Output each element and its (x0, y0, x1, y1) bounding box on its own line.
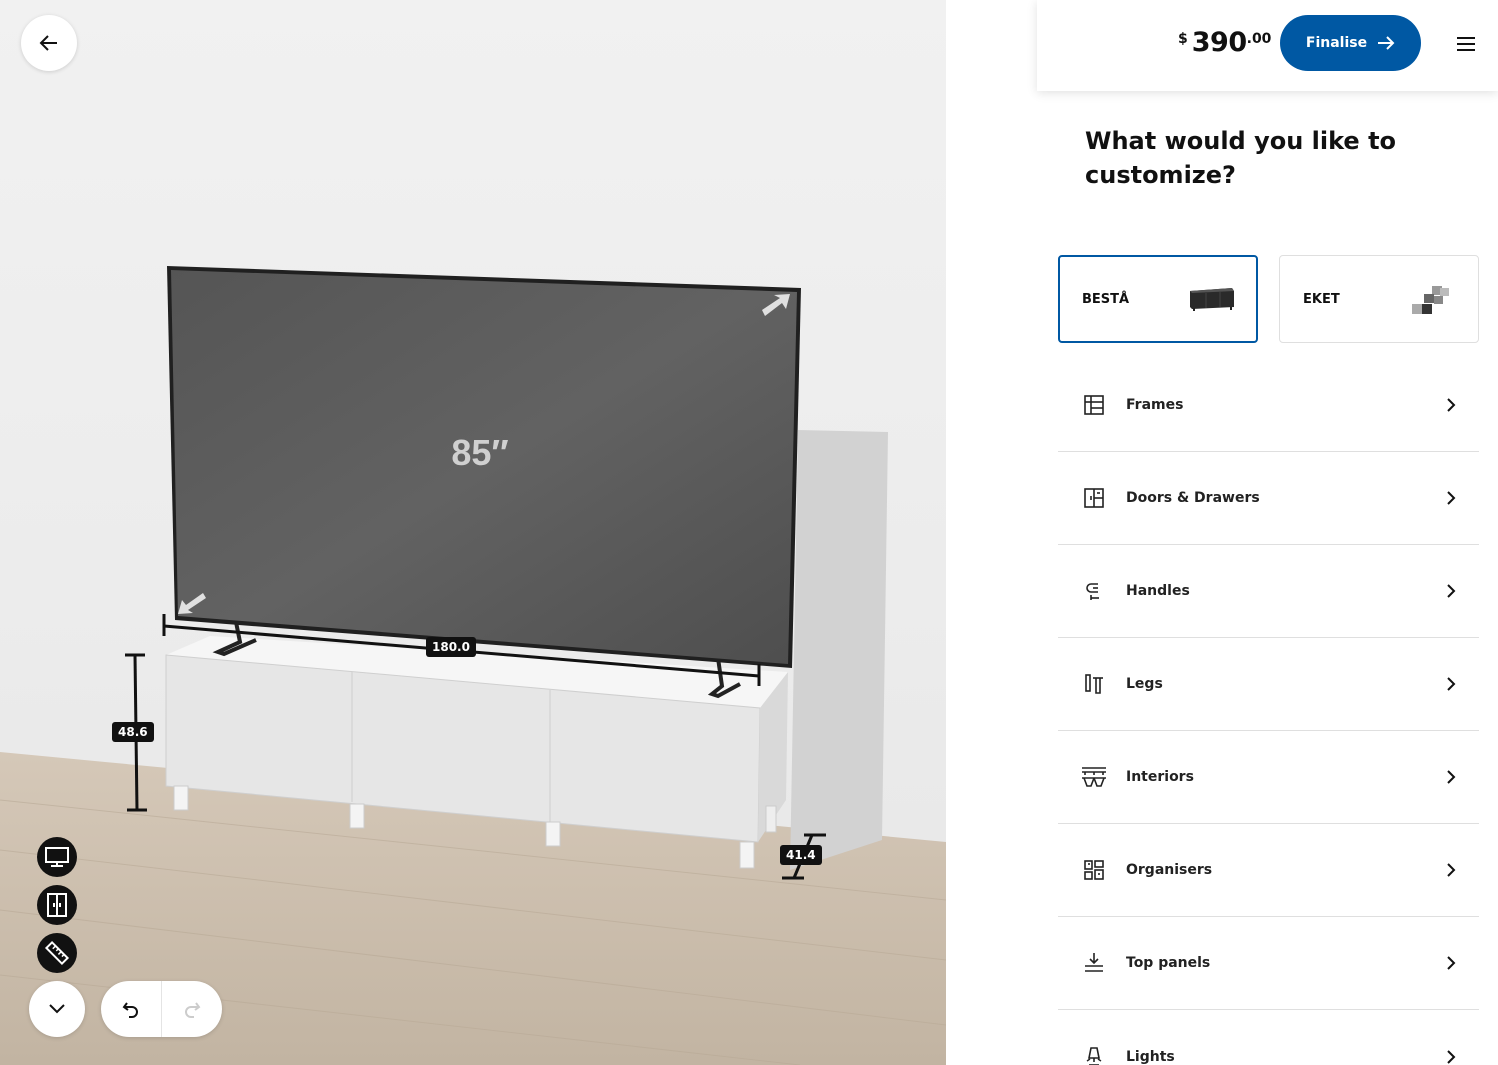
panel-title: What would you like to customize? (1085, 127, 1397, 189)
undo-button[interactable] (101, 981, 161, 1037)
menu-item-doors-drawers[interactable]: Doors & Drawers (1058, 452, 1479, 545)
tv-icon (45, 847, 69, 867)
collapse-toolbar-button[interactable] (29, 981, 85, 1037)
price-cents: .00 (1246, 31, 1272, 47)
menu-item-label: Top panels (1126, 955, 1211, 971)
menu-item-handles[interactable]: Handles (1058, 545, 1479, 638)
chevron-right-icon (1447, 1049, 1456, 1064)
undo-redo-group (101, 981, 222, 1037)
door-icon (47, 893, 67, 917)
menu-item-top-panels[interactable]: Top panels (1058, 917, 1479, 1010)
total-price: $ 390 .00 (1178, 27, 1271, 58)
chevron-down-icon (49, 1004, 65, 1014)
chevron-right-icon (1447, 677, 1456, 691)
chevron-right-icon (1447, 863, 1456, 877)
menu-item-label: Doors & Drawers (1126, 490, 1260, 506)
series-card-label: EKET (1303, 292, 1340, 307)
organisers-icon (1084, 860, 1104, 880)
menu-item-interiors[interactable]: Interiors (1058, 731, 1479, 824)
redo-button[interactable] (162, 981, 222, 1037)
series-card-eket[interactable]: EKET (1279, 255, 1479, 343)
tv-shadow (790, 430, 888, 870)
undo-icon (122, 1002, 138, 1018)
menu-item-label: Frames (1126, 397, 1184, 413)
menu-item-label: Interiors (1126, 769, 1194, 785)
finalise-label: Finalise (1305, 35, 1368, 51)
top-bar: $ 390 .00 Finalise (1037, 0, 1498, 91)
chevron-right-icon (1447, 398, 1456, 412)
frames-icon (1084, 395, 1104, 415)
chevron-right-icon (1447, 956, 1456, 970)
doors-toggle-button[interactable] (37, 885, 77, 925)
menu-item-organisers[interactable]: Organisers (1058, 824, 1479, 917)
top-panels-icon (1085, 953, 1103, 972)
besta-thumbnail (1190, 288, 1234, 311)
menu-item-label: Handles (1126, 583, 1190, 599)
series-card-label: BESTÅ (1082, 292, 1130, 307)
back-button[interactable] (21, 15, 77, 71)
arrow-right-icon (1378, 36, 1395, 50)
menu-item-lights[interactable]: Lights (1058, 1010, 1479, 1065)
chevron-right-icon (1447, 770, 1456, 784)
redo-icon (185, 1002, 201, 1018)
series-card-besta[interactable]: BESTÅ (1058, 255, 1258, 343)
customize-panel: $ 390 .00 Finalise What would you like t… (946, 0, 1498, 1065)
menu-item-frames[interactable]: Frames (1058, 359, 1479, 452)
height-dimension-label: 48.6 (112, 722, 154, 742)
width-dimension-label: 180.0 (426, 637, 476, 657)
lights-icon (1086, 1046, 1102, 1065)
price-main: 390 (1191, 27, 1247, 58)
hamburger-menu-button[interactable] (1455, 34, 1477, 54)
3d-scene-viewport[interactable]: 85″ 180.0 48.6 41.4 (0, 0, 946, 1065)
ruler-icon (44, 940, 70, 966)
scene-render (0, 266, 946, 1065)
chevron-right-icon (1447, 491, 1456, 505)
tv-toggle-button[interactable] (37, 837, 77, 877)
menu-item-label: Organisers (1126, 862, 1213, 878)
menu-item-label: Legs (1126, 676, 1163, 692)
menu-item-legs[interactable]: Legs (1058, 638, 1479, 731)
legs-icon (1085, 674, 1103, 694)
menu-item-label: Lights (1126, 1048, 1175, 1065)
measurements-toggle-button[interactable] (37, 933, 77, 973)
interiors-icon (1082, 767, 1106, 787)
hamburger-icon (1457, 37, 1475, 51)
eket-thumbnail (1412, 286, 1449, 314)
tv-size-label: 85″ (451, 432, 509, 473)
handles-icon (1086, 583, 1099, 600)
doors-icon (1084, 488, 1104, 508)
arrow-left-icon (39, 35, 57, 51)
depth-dimension-label: 41.4 (780, 845, 822, 865)
chevron-right-icon (1447, 584, 1456, 598)
price-currency: $ (1178, 31, 1188, 47)
finalise-button[interactable]: Finalise (1280, 15, 1421, 71)
